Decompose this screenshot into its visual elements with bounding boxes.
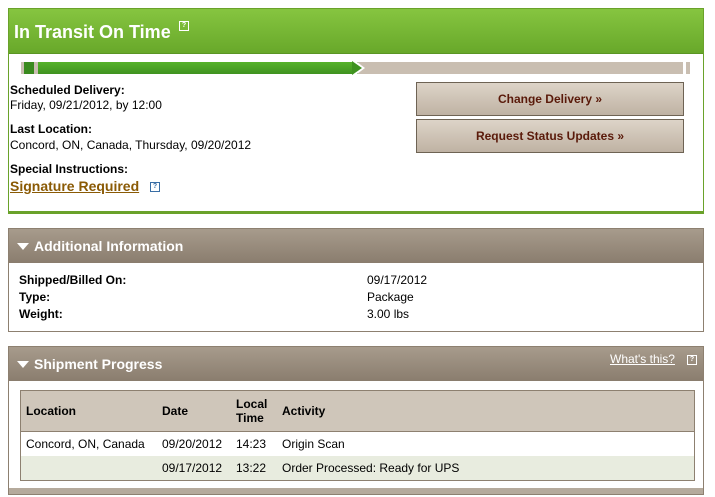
change-delivery-button[interactable]: Change Delivery » bbox=[416, 82, 684, 116]
progress-start-marker bbox=[24, 62, 34, 74]
column-header-location: Location bbox=[20, 390, 157, 432]
last-location-value: Concord, ON, Canada, Thursday, 09/20/201… bbox=[10, 138, 252, 152]
local-time-header-text: Local Time bbox=[236, 397, 268, 425]
weight-label: Weight: bbox=[19, 307, 63, 321]
help-icon[interactable]: ? bbox=[179, 21, 189, 31]
status-bottom-border bbox=[8, 211, 704, 214]
cell-activity: Order Processed: Ready for UPS bbox=[277, 456, 695, 481]
cell-time: 13:22 bbox=[231, 456, 277, 481]
type-value: Package bbox=[367, 290, 414, 304]
shipment-progress-table: Location Date Local Time Activity Concor… bbox=[20, 390, 695, 481]
cell-date: 09/20/2012 bbox=[157, 431, 231, 456]
progress-fill bbox=[38, 62, 358, 74]
additional-information-title: Additional Information bbox=[34, 238, 184, 254]
special-instructions-label: Special Instructions: bbox=[10, 162, 129, 176]
delivery-progress-bar bbox=[21, 59, 690, 77]
scheduled-delivery-label: Scheduled Delivery: bbox=[10, 83, 125, 97]
column-header-activity: Activity bbox=[277, 390, 695, 432]
signature-required-link[interactable]: Signature Required bbox=[10, 178, 139, 194]
status-header: In Transit On Time ? bbox=[9, 9, 703, 54]
cell-time: 14:23 bbox=[231, 431, 277, 456]
panel-bottom-strip bbox=[9, 488, 703, 494]
shipment-progress-panel: Shipment Progress What's this? ? Locatio… bbox=[8, 346, 704, 495]
column-header-local-time: Local Time bbox=[231, 390, 277, 432]
status-title: In Transit On Time bbox=[14, 22, 171, 42]
additional-information-header[interactable]: Additional Information bbox=[9, 229, 703, 263]
shipment-progress-header[interactable]: Shipment Progress What's this? ? bbox=[9, 347, 703, 381]
cell-location: Concord, ON, Canada bbox=[20, 431, 157, 456]
cell-date: 09/17/2012 bbox=[157, 456, 231, 481]
additional-information-panel: Additional Information Shipped/Billed On… bbox=[8, 228, 704, 332]
shipment-progress-title: Shipment Progress bbox=[34, 356, 163, 372]
column-header-date: Date bbox=[157, 390, 231, 432]
table-header-row: Location Date Local Time Activity bbox=[20, 390, 695, 432]
progress-arrow-icon bbox=[352, 61, 362, 75]
table-row: 09/17/2012 13:22 Order Processed: Ready … bbox=[20, 456, 695, 481]
shipped-billed-value: 09/17/2012 bbox=[367, 273, 428, 287]
shipped-billed-label: Shipped/Billed On: bbox=[19, 273, 127, 287]
signature-help-icon[interactable]: ? bbox=[150, 182, 160, 192]
request-status-updates-button[interactable]: Request Status Updates » bbox=[416, 119, 684, 153]
cell-activity: Origin Scan bbox=[277, 431, 695, 456]
type-label: Type: bbox=[19, 290, 51, 304]
whats-this-help-icon[interactable]: ? bbox=[687, 355, 697, 365]
whats-this-link[interactable]: What's this? bbox=[610, 352, 675, 366]
progress-end-marker bbox=[683, 62, 686, 74]
table-row: Concord, ON, Canada 09/20/2012 14:23 Ori… bbox=[20, 431, 695, 456]
collapse-triangle-icon[interactable] bbox=[17, 361, 29, 368]
weight-value: 3.00 lbs bbox=[367, 307, 410, 321]
scheduled-delivery-value: Friday, 09/21/2012, by 12:00 bbox=[10, 98, 162, 112]
last-location-label: Last Location: bbox=[10, 122, 93, 136]
collapse-triangle-icon[interactable] bbox=[17, 243, 29, 250]
cell-location bbox=[20, 456, 157, 481]
